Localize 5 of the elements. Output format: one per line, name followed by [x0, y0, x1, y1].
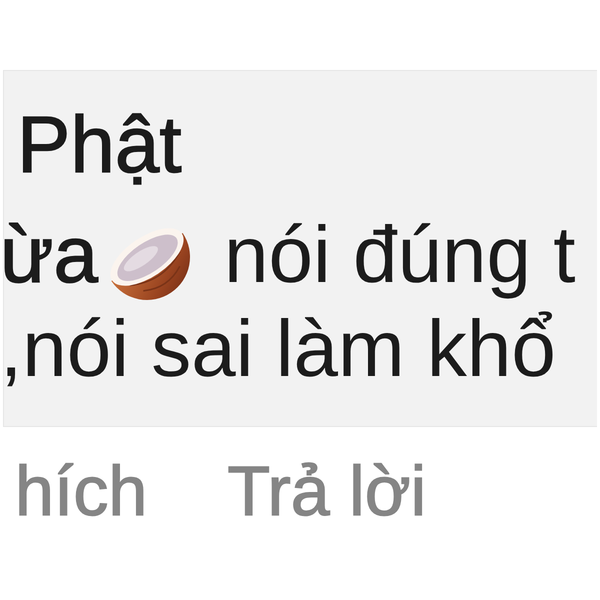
- reply-link[interactable]: Trả lời: [227, 456, 426, 526]
- comment-text: ,nói sai làm khổ: [0, 309, 556, 389]
- mention-link[interactable]: ừa: [0, 215, 98, 295]
- like-link[interactable]: hích: [15, 456, 148, 526]
- author-name[interactable]: Phật: [17, 105, 182, 185]
